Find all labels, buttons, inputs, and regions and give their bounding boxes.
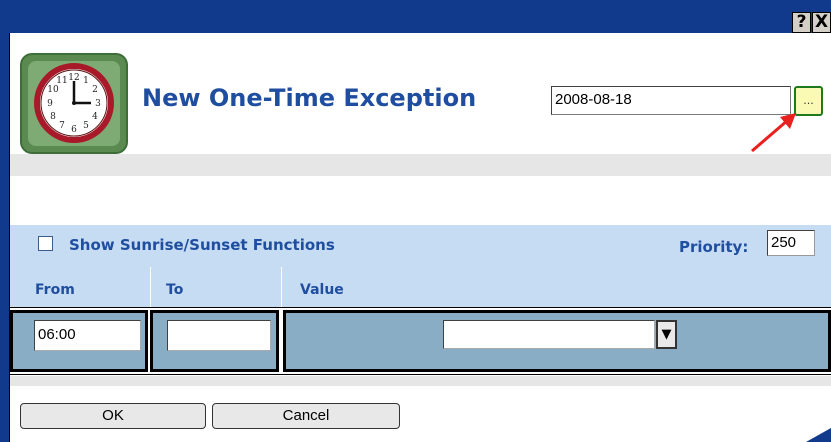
svg-text:9: 9 — [47, 99, 53, 109]
window-frame-left — [0, 33, 10, 442]
page-title: New One-Time Exception — [142, 84, 477, 112]
cancel-button[interactable]: Cancel — [212, 403, 400, 429]
clock-icon: 12 1 2 345 678 9 10 11 — [20, 53, 128, 154]
column-header-from: From — [35, 282, 75, 298]
ok-button[interactable]: OK — [20, 403, 206, 429]
priority-label: Priority: — [679, 238, 749, 256]
sunrise-checkbox[interactable] — [38, 236, 53, 251]
column-header-value: Value — [300, 282, 344, 298]
svg-text:6: 6 — [71, 125, 77, 135]
svg-text:7: 7 — [59, 121, 65, 131]
clock-face: 12 12 345 678 91011 — [34, 63, 114, 143]
svg-text:5: 5 — [83, 121, 89, 131]
value-select[interactable] — [443, 320, 655, 349]
svg-text:1: 1 — [83, 76, 89, 86]
table-header — [10, 267, 831, 307]
svg-text:2: 2 — [92, 85, 98, 95]
header-separator — [281, 267, 282, 307]
svg-text:8: 8 — [50, 112, 56, 122]
from-time-input[interactable]: 06:00 — [34, 320, 141, 351]
footer-divider — [10, 376, 831, 386]
svg-text:4: 4 — [92, 112, 98, 122]
annotation-arrow-icon — [751, 113, 796, 153]
svg-text:10: 10 — [47, 85, 59, 95]
svg-text:3: 3 — [95, 99, 101, 109]
priority-input[interactable]: 250 — [767, 230, 815, 256]
svg-text:11: 11 — [56, 76, 67, 86]
help-button[interactable]: ? — [792, 12, 811, 33]
to-time-input[interactable] — [167, 320, 271, 351]
dropdown-arrow-icon[interactable]: ▼ — [656, 320, 677, 349]
divider-band — [10, 154, 831, 176]
header-separator — [150, 267, 151, 307]
column-header-to: To — [166, 282, 184, 298]
resize-grip-icon[interactable] — [806, 428, 831, 442]
title-bar: ? X — [0, 0, 831, 33]
close-button[interactable]: X — [812, 12, 831, 33]
clock-icon-background: 12 1 2 345 678 9 10 11 — [28, 61, 120, 146]
sunrise-label[interactable]: Show Sunrise/Sunset Functions — [69, 236, 335, 254]
